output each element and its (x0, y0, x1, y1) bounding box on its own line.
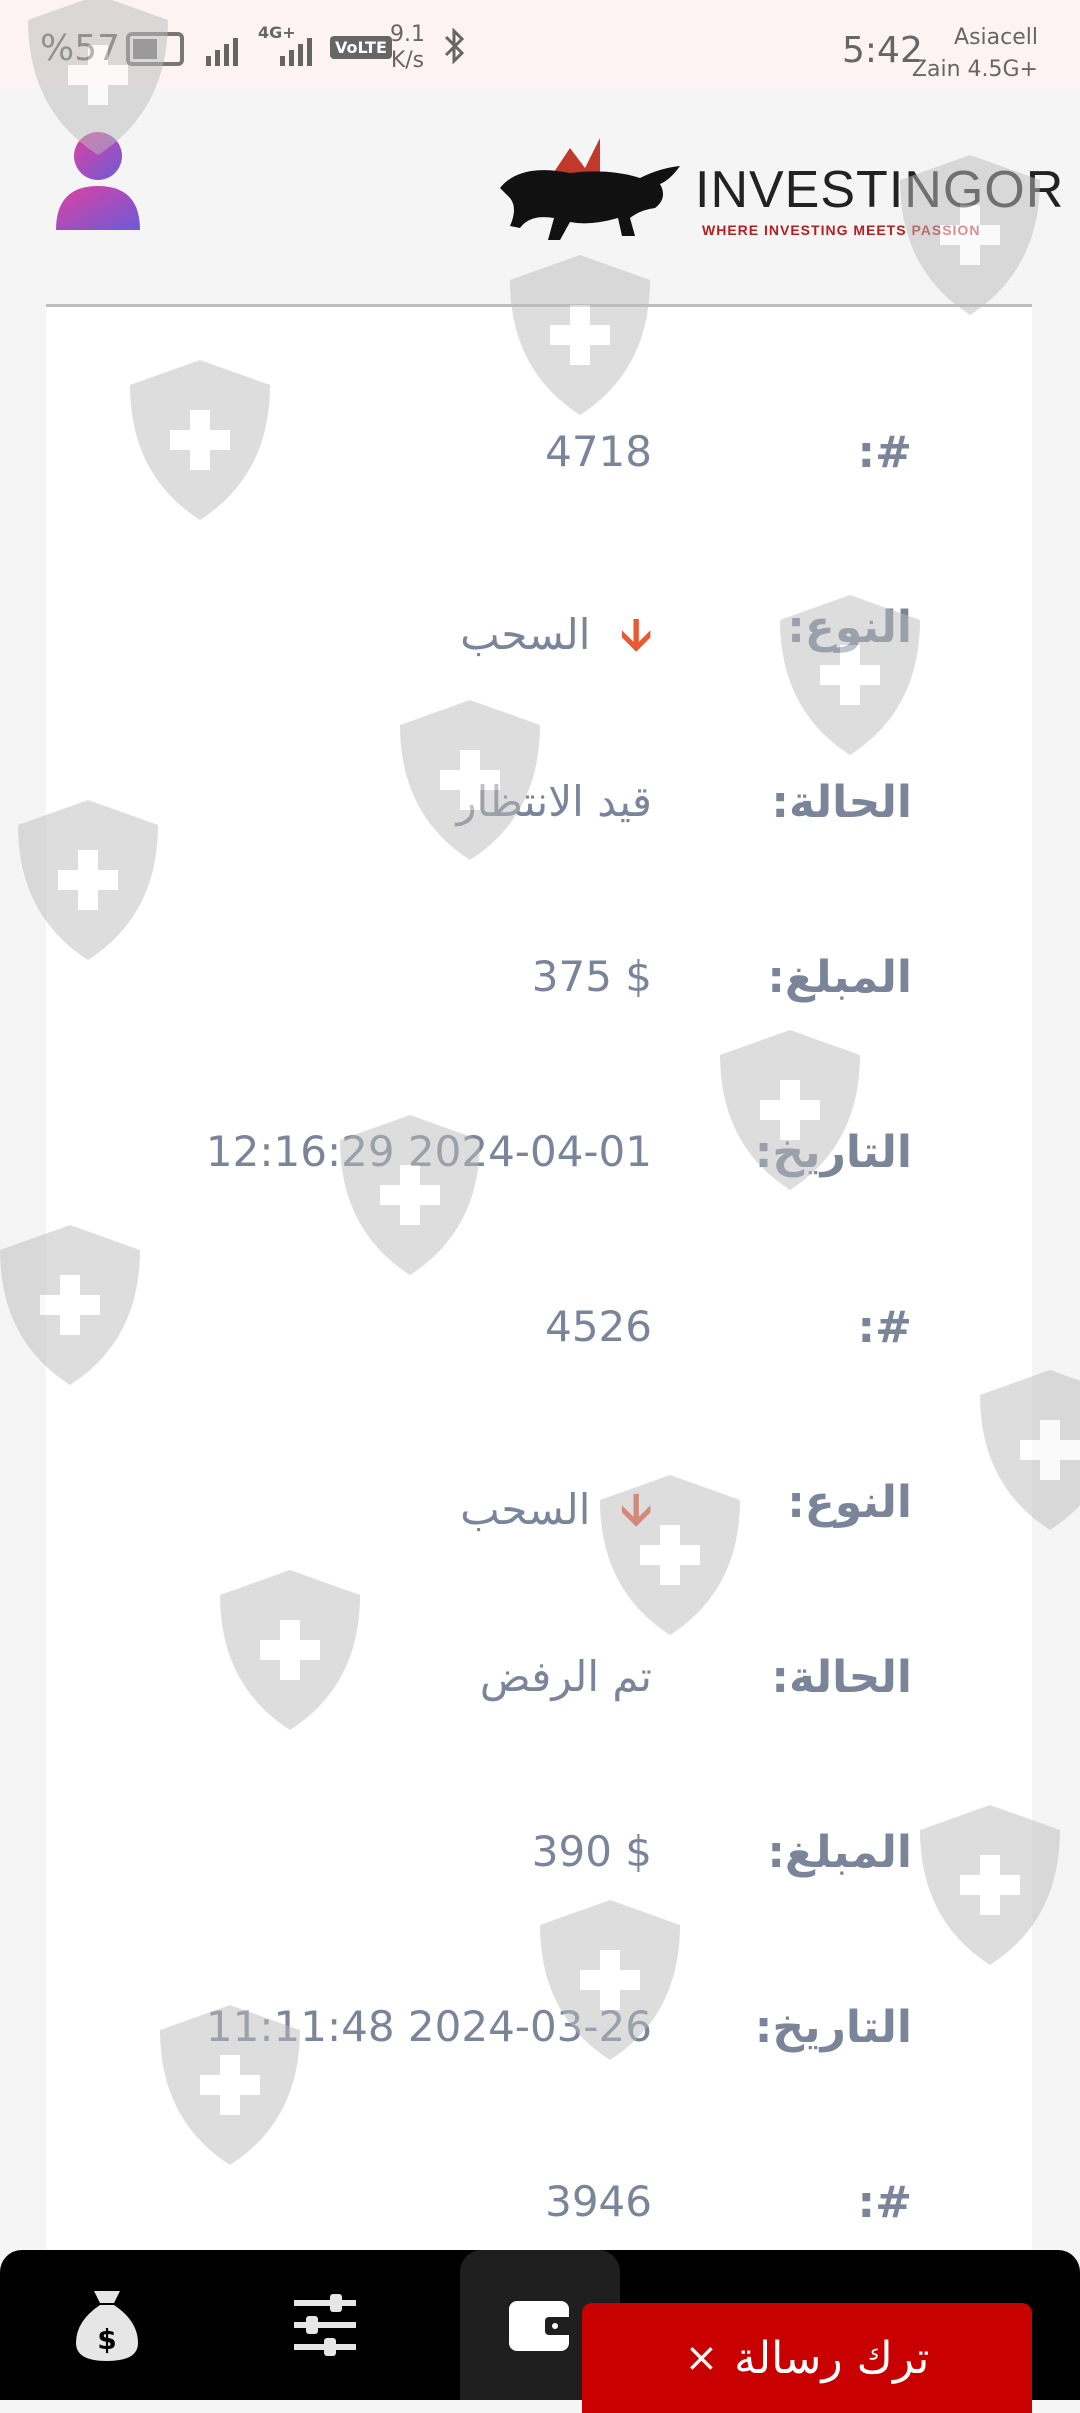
leave-message-button[interactable]: ترك رسالة × (582, 2303, 1032, 2413)
transaction-amount: 390 $ (531, 1827, 652, 1876)
withdraw-arrow-icon: 🡫 (620, 609, 652, 660)
money-bag-icon[interactable]: $ (62, 2280, 152, 2370)
date-label: التاريخ: (754, 2002, 912, 2053)
status-label: الحالة: (771, 1652, 912, 1703)
transaction-id: 4718 (545, 427, 652, 476)
transaction-1-id-row: #: 4718 (46, 427, 1032, 547)
transaction-2-status-row: الحالة: تم الرفض (46, 1652, 1032, 1772)
app-header: INVESTINGOR WHERE INVESTING MEETS PASSIO… (0, 88, 1080, 306)
wallet-icon[interactable] (495, 2280, 585, 2370)
battery-percent: %57 (40, 28, 121, 69)
bull-logo-icon (500, 138, 680, 240)
network-speed: 9.1 K/s (390, 22, 425, 74)
battery-indicator: %57 (40, 28, 185, 69)
signal-icon (206, 30, 238, 66)
status-label: الحالة: (771, 777, 912, 828)
transaction-1-date-row: التاريخ: 12:16:29 2024-04-01 (46, 1127, 1032, 1247)
battery-icon (126, 31, 185, 66)
transaction-2-id-row: #: 4526 (46, 1302, 1032, 1422)
transaction-id: 3946 (545, 2177, 652, 2226)
transaction-1-amount-row: المبلغ: 375 $ (46, 952, 1032, 1072)
withdraw-arrow-icon: 🡫 (620, 1484, 652, 1535)
transaction-type: 🡫 السحب (460, 1477, 652, 1552)
sliders-icon[interactable] (280, 2280, 370, 2370)
carrier-1: Asiacell (954, 25, 1038, 50)
close-icon[interactable]: × (685, 2335, 719, 2381)
transaction-type: 🡫 السحب (460, 602, 652, 677)
id-label: #: (857, 2177, 912, 2228)
brand-name: INVESTINGOR (695, 161, 1065, 219)
clock: 5:42 (842, 30, 923, 71)
type-text: السحب (460, 1485, 591, 1534)
date-label: التاريخ: (754, 1127, 912, 1178)
leave-message-label: ترك رسالة (734, 2332, 930, 2384)
type-label: النوع: (787, 1477, 912, 1528)
transaction-1-type-row: النوع: 🡫 السحب (46, 602, 1032, 722)
svg-text:$: $ (97, 2323, 116, 2356)
speed-value: 9.1 (390, 22, 425, 47)
brand-tagline: WHERE INVESTING MEETS PASSION (702, 222, 981, 238)
transaction-2-date-row: التاريخ: 11:11:48 2024-03-26 (46, 2002, 1032, 2122)
status-bar: %57 4G+ VoLTE 9.1 K/s 5:42 Asiacell Zain… (0, 0, 1080, 88)
transaction-status: قيد الانتظار (456, 777, 652, 826)
transaction-date: 12:16:29 2024-04-01 (205, 1127, 652, 1176)
type-text: السحب (460, 610, 591, 659)
transaction-1-status-row: الحالة: قيد الانتظار (46, 777, 1032, 897)
id-label: #: (857, 1302, 912, 1353)
transactions-card: #: 4718 النوع: 🡫 السحب الحالة: قيد الانتظ… (46, 304, 1032, 2257)
transaction-amount: 375 $ (531, 952, 652, 1001)
volte-badge: VoLTE (330, 36, 392, 59)
speed-unit: K/s (390, 48, 425, 73)
transaction-status: تم الرفض (479, 1652, 652, 1701)
carrier-2: Zain 4.5G+ (911, 57, 1038, 82)
signal-icon-2 (280, 30, 312, 66)
amount-label: المبلغ: (767, 952, 912, 1003)
transaction-2-type-row: النوع: 🡫 السحب (46, 1477, 1032, 1597)
id-label: #: (857, 427, 912, 478)
amount-label: المبلغ: (767, 1827, 912, 1878)
bluetooth-icon (442, 27, 466, 73)
user-avatar-icon[interactable] (52, 130, 144, 230)
carrier-info: Asiacell Zain 4.5G+ (912, 22, 1038, 86)
transaction-date: 11:11:48 2024-03-26 (205, 2002, 652, 2051)
type-label: النوع: (787, 602, 912, 653)
brand-logo: INVESTINGOR WHERE INVESTING MEETS PASSIO… (490, 118, 1063, 248)
transaction-id: 4526 (545, 1302, 652, 1351)
transaction-2-amount-row: المبلغ: 390 $ (46, 1827, 1032, 1947)
